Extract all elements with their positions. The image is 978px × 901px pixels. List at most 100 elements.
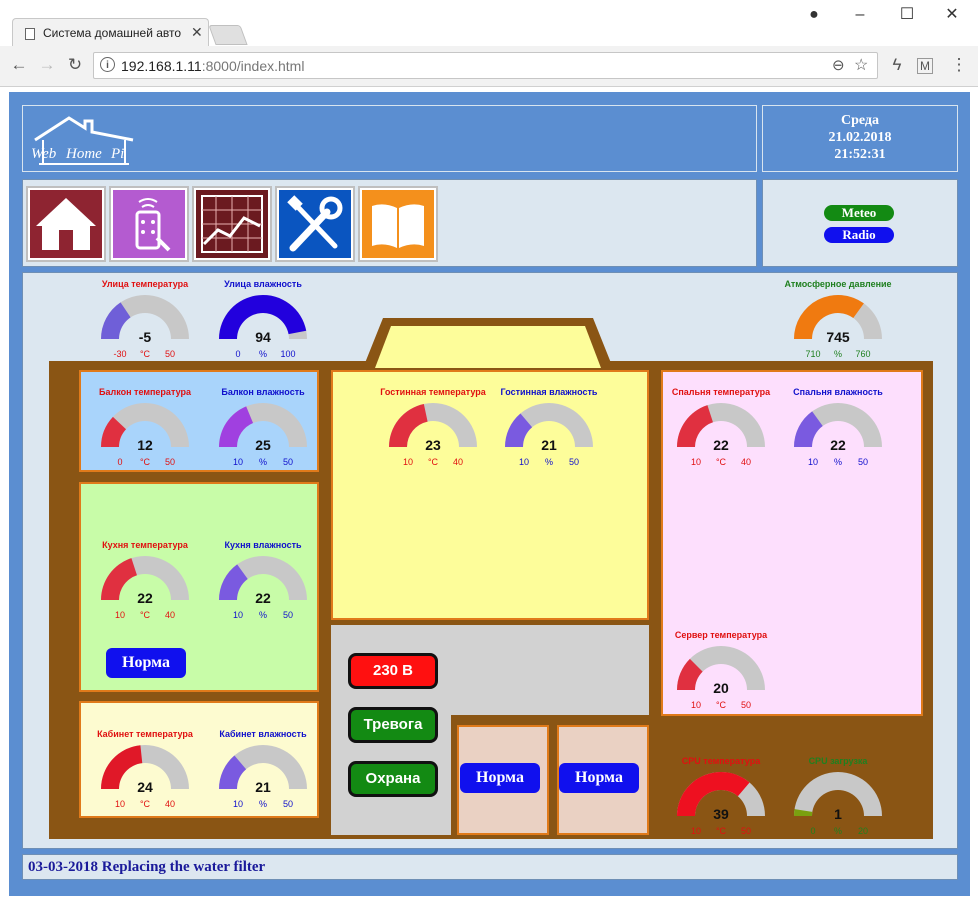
- browser-tab-strip: Система домашней авто ✕ ● – ☐ ✕: [0, 0, 978, 49]
- gauge-value: 94: [255, 329, 271, 345]
- address-bar[interactable]: i 192.168.1.11:8000/index.html ⊖ ☆: [93, 52, 878, 79]
- gauge-max: 50: [282, 457, 293, 467]
- gauge-title: Кабинет температура: [97, 729, 193, 739]
- nav-tiles-panel: [22, 179, 757, 267]
- weekday: Среда: [840, 113, 879, 128]
- floor-plan-panel: Норма 230 В Тревога Охрана Норма Норма У…: [22, 272, 958, 849]
- chart-icon: [196, 190, 268, 258]
- svg-text:Web: Web: [31, 146, 57, 162]
- gauge-max: 50: [282, 610, 293, 620]
- gauge-max: 50: [164, 457, 175, 467]
- minimize-button[interactable]: –: [842, 4, 878, 26]
- gauge-max: 100: [280, 349, 296, 359]
- gauge-value: 21: [541, 437, 557, 453]
- office-temperature-gauge: Кабинет температура 24 10 °C 40: [85, 729, 205, 824]
- server-temperature-gauge: Сервер температура 20 10 °C 50: [661, 630, 781, 725]
- bookmark-star-icon[interactable]: ☆: [854, 55, 868, 75]
- service-links-panel: Meteo Radio: [762, 179, 958, 267]
- gauge-value: 22: [830, 437, 846, 453]
- gauge-title: Гостинная температура: [380, 387, 486, 397]
- page: Web Home Pi Среда 21.02.2018 21:52:31 Me…: [9, 92, 970, 896]
- bedroom-temperature-gauge: Спальня температура 22 10 °C 40: [661, 387, 781, 482]
- gauge-max: 50: [282, 799, 293, 809]
- gauge-title: Кабинет влажность: [219, 729, 307, 739]
- gauge-value: 25: [255, 437, 271, 453]
- header-logo-panel: Web Home Pi: [22, 105, 757, 172]
- voltage-indicator[interactable]: 230 В: [348, 653, 438, 689]
- gauge-max: 50: [568, 457, 579, 467]
- gauge-title: Балкон температура: [99, 387, 191, 397]
- gauge-max: 20: [857, 826, 868, 836]
- gauge-max: 40: [164, 799, 175, 809]
- date: 21.02.2018: [828, 130, 892, 145]
- header-date-panel: Среда 21.02.2018 21:52:31: [762, 105, 958, 172]
- reload-icon[interactable]: ↻: [64, 54, 86, 76]
- gauge-title: Кухня температура: [102, 540, 188, 550]
- url-text: 192.168.1.11:8000/index.html: [121, 58, 305, 74]
- close-window-button[interactable]: ✕: [934, 4, 970, 26]
- gauge-value: 23: [425, 437, 441, 453]
- gauge-title: Кухня влажность: [224, 540, 302, 550]
- browser-toolbar: ← → ↻ i 192.168.1.11:8000/index.html ⊖ ☆…: [0, 46, 978, 87]
- gauge-title: Спальня температура: [671, 387, 771, 397]
- gauge-max: 40: [740, 457, 751, 467]
- info-icon[interactable]: i: [100, 57, 115, 72]
- menu-icon[interactable]: ⋮: [948, 54, 970, 76]
- extension-icon[interactable]: M: [917, 58, 933, 74]
- forward-icon[interactable]: →: [36, 54, 58, 76]
- profile-icon[interactable]: ●: [796, 4, 832, 26]
- radio-button[interactable]: Radio: [824, 227, 894, 243]
- gauge-value: -5: [138, 329, 152, 345]
- close-tab-icon[interactable]: ✕: [191, 24, 203, 41]
- remote-control-icon: [113, 190, 185, 258]
- gauge-value: 745: [826, 329, 850, 345]
- meteo-button[interactable]: Meteo: [824, 205, 894, 221]
- nav-tile-home[interactable]: [26, 186, 106, 262]
- svg-text:Home: Home: [65, 146, 102, 162]
- gauge-title: Улица температура: [101, 279, 189, 289]
- nav-tile-remote[interactable]: [109, 186, 189, 262]
- alarm-button[interactable]: Тревога: [348, 707, 438, 743]
- page-icon: [25, 28, 35, 40]
- new-tab-button[interactable]: [208, 25, 248, 45]
- guard-button[interactable]: Охрана: [348, 761, 438, 797]
- cpu-temperature-gauge: CPU температура 39 10 °C 50: [661, 756, 781, 851]
- svg-text:Pi: Pi: [110, 146, 124, 162]
- webhomepi-logo[interactable]: Web Home Pi: [29, 112, 139, 168]
- street-humidity-gauge: Улица влажность 94 0% 100: [203, 279, 323, 374]
- gauge-max: 50: [740, 700, 751, 710]
- gauge-max: 40: [164, 610, 175, 620]
- gauge-value: 12: [137, 437, 153, 453]
- date-time-display: Среда 21.02.2018 21:52:31: [763, 112, 957, 163]
- balcony-temperature-gauge: Балкон температура 12 0 °C 50: [85, 387, 205, 482]
- office-humidity-gauge: Кабинет влажность 21 10% 50: [203, 729, 323, 824]
- bathroom-2-status-button[interactable]: Норма: [559, 763, 639, 793]
- gauge-title: CPU загрузка: [808, 756, 868, 766]
- street-temperature-gauge: Улица температура -5 -30 °C 50: [85, 279, 205, 374]
- nav-tile-settings[interactable]: [275, 186, 355, 262]
- cpu-load-gauge: CPU загрузка 1 0% 20: [778, 756, 898, 851]
- zoom-icon[interactable]: ⊖: [832, 56, 845, 74]
- kitchen-temperature-gauge: Кухня температура 22 10 °C 40: [85, 540, 205, 635]
- gauge-value: 22: [713, 437, 729, 453]
- maximize-button[interactable]: ☐: [889, 4, 925, 26]
- gauge-max: 50: [857, 457, 868, 467]
- book-icon: [362, 190, 434, 258]
- home-icon: [30, 190, 102, 258]
- browser-tab[interactable]: Система домашней авто ✕: [12, 18, 209, 49]
- living-humidity-gauge: Гостинная влажность 21 10% 50: [489, 387, 609, 482]
- gauge-title: Спальня влажность: [793, 387, 883, 397]
- back-icon[interactable]: ←: [8, 54, 30, 76]
- gauge-value: 20: [713, 680, 729, 696]
- gauge-value: 1: [834, 806, 842, 822]
- gauge-max: 50: [740, 826, 751, 836]
- gauge-value: 21: [255, 779, 271, 795]
- nav-tile-book[interactable]: [358, 186, 438, 262]
- gauge-max: 760: [855, 349, 871, 359]
- bathroom-1-status-button[interactable]: Норма: [460, 763, 540, 793]
- living-room-bay: [363, 318, 613, 368]
- extension-flash-icon[interactable]: ϟ: [886, 54, 908, 76]
- nav-tile-chart[interactable]: [192, 186, 272, 262]
- kitchen-status-button[interactable]: Норма: [106, 648, 186, 678]
- gauge-value: 39: [713, 806, 729, 822]
